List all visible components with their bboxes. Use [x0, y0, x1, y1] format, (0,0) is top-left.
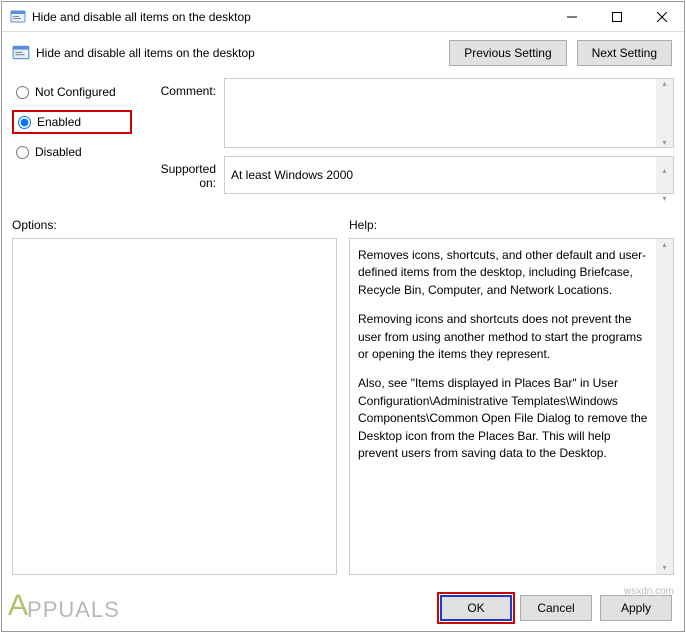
options-box: [12, 238, 337, 575]
ok-button[interactable]: OK: [440, 595, 512, 621]
apply-button[interactable]: Apply: [600, 595, 672, 621]
radio-disabled-input[interactable]: [16, 146, 29, 159]
radio-enabled-input[interactable]: [18, 116, 31, 129]
scroll-down-icon[interactable]: ▾: [662, 562, 666, 574]
watermark-site: wsxdn.com: [624, 586, 674, 597]
supported-value: At least Windows 2000: [231, 168, 353, 182]
next-setting-button[interactable]: Next Setting: [577, 40, 672, 66]
dialog-content: Hide and disable all items on the deskto…: [2, 32, 684, 585]
options-pane: Options:: [12, 218, 337, 575]
help-pane: Help: Removes icons, shortcuts, and othe…: [349, 218, 674, 575]
radio-disabled[interactable]: Disabled: [12, 140, 132, 164]
cancel-button[interactable]: Cancel: [520, 595, 592, 621]
scrollbar[interactable]: ▴▾: [656, 157, 673, 193]
lower-panes: Options: Help: Removes icons, shortcuts,…: [12, 218, 674, 575]
radio-not-configured[interactable]: Not Configured: [12, 80, 132, 104]
scrollbar[interactable]: ▴▾: [656, 79, 673, 147]
config-row: Not Configured Enabled Disabled Comment:…: [12, 78, 674, 202]
window-controls: [549, 2, 684, 31]
scrollbar[interactable]: ▴▾: [656, 239, 673, 574]
policy-header-icon: [12, 44, 30, 62]
help-box: Removes icons, shortcuts, and other defa…: [349, 238, 674, 575]
maximize-button[interactable]: [594, 2, 639, 31]
help-text: Removes icons, shortcuts, and other defa…: [358, 247, 649, 462]
help-paragraph: Also, see "Items displayed in Places Bar…: [358, 375, 649, 462]
scroll-up-icon[interactable]: ▴: [662, 157, 666, 185]
radio-label: Enabled: [37, 115, 81, 129]
policy-icon: [10, 9, 26, 25]
header-row: Hide and disable all items on the deskto…: [12, 40, 674, 66]
comment-textarea[interactable]: ▴▾: [224, 78, 674, 148]
radio-enabled[interactable]: Enabled: [12, 110, 132, 134]
previous-setting-button[interactable]: Previous Setting: [449, 40, 566, 66]
close-button[interactable]: [639, 2, 684, 31]
state-radio-group: Not Configured Enabled Disabled: [12, 78, 132, 202]
window-title: Hide and disable all items on the deskto…: [32, 10, 549, 24]
options-label: Options:: [12, 218, 337, 232]
watermark-brand: APPUALS: [8, 589, 120, 623]
radio-label: Disabled: [35, 145, 82, 159]
titlebar: Hide and disable all items on the deskto…: [2, 2, 684, 32]
supported-box: At least Windows 2000 ▴▾: [224, 156, 674, 194]
policy-title: Hide and disable all items on the deskto…: [36, 46, 449, 60]
scroll-down-icon[interactable]: ▾: [662, 138, 666, 147]
brand-text: PPUALS: [27, 597, 120, 623]
radio-not-configured-input[interactable]: [16, 86, 29, 99]
fields-column: Comment: ▴▾ Supported on: At least Windo…: [142, 78, 674, 202]
minimize-button[interactable]: [549, 2, 594, 31]
scroll-up-icon[interactable]: ▴: [662, 239, 666, 251]
bulb-icon: A: [8, 589, 29, 623]
radio-label: Not Configured: [35, 85, 116, 99]
help-paragraph: Removes icons, shortcuts, and other defa…: [358, 247, 649, 299]
help-paragraph: Removing icons and shortcuts does not pr…: [358, 311, 649, 363]
dialog-window: Hide and disable all items on the deskto…: [1, 1, 685, 632]
comment-label: Comment:: [142, 78, 224, 148]
scroll-up-icon[interactable]: ▴: [662, 79, 666, 88]
scroll-down-icon[interactable]: ▾: [662, 185, 666, 213]
supported-label: Supported on:: [142, 156, 224, 194]
help-label: Help:: [349, 218, 674, 232]
